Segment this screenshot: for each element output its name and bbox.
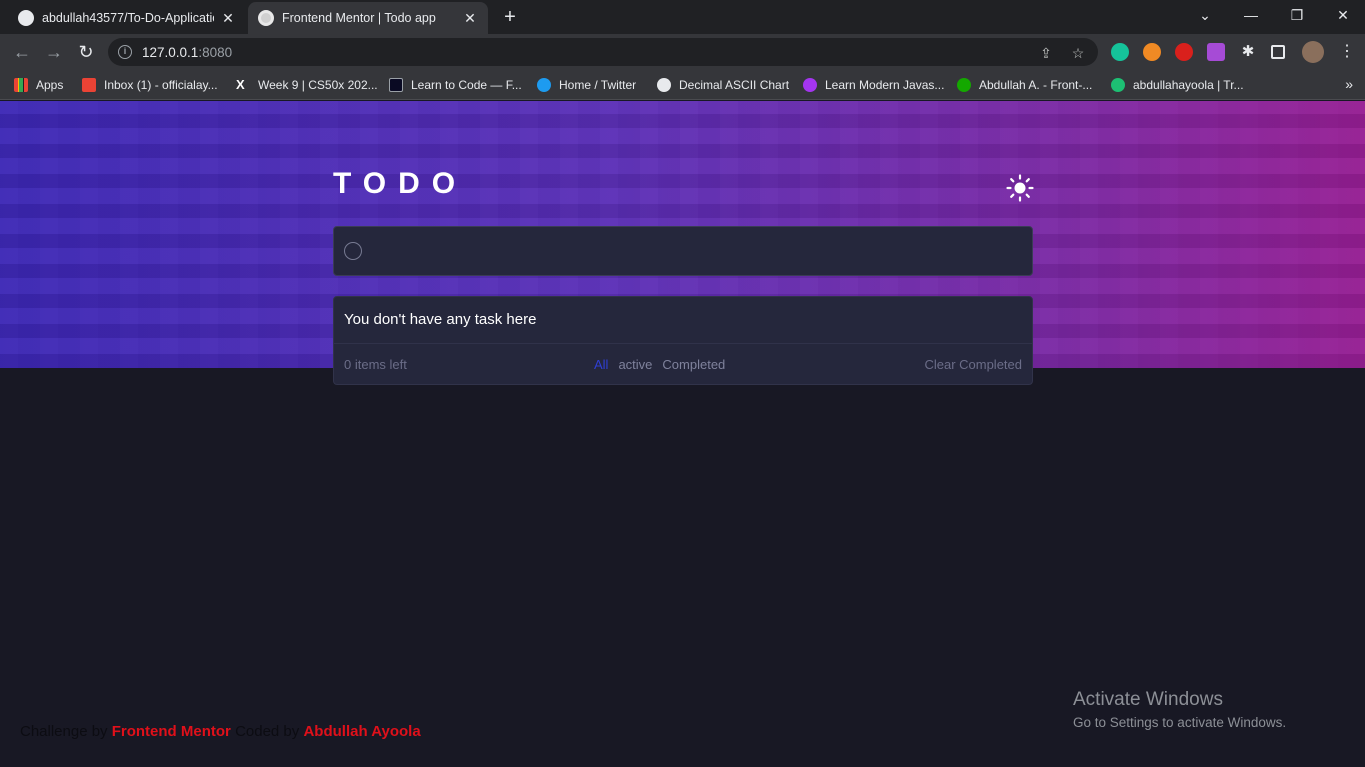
- close-icon[interactable]: ✕: [220, 10, 236, 27]
- items-left-count: 0 items left: [344, 357, 407, 372]
- bookmarks-bar: Apps Inbox (1) - officialay... X Week 9 …: [0, 70, 1365, 100]
- todo-list: You don't have any task here 0 items lef…: [333, 296, 1033, 385]
- complete-toggle-circle[interactable]: [344, 242, 362, 260]
- filter-completed[interactable]: Completed: [662, 357, 725, 372]
- bookmark-cs50[interactable]: X Week 9 | CS50x 202...: [236, 76, 378, 94]
- bookmark-star-icon[interactable]: ☆: [1070, 45, 1086, 61]
- tab-title: abdullah43577/To-Do-Applicatio: [42, 11, 214, 25]
- adblock-icon[interactable]: [1175, 43, 1193, 61]
- challenge-prefix: Challenge by: [20, 723, 108, 740]
- tab-github[interactable]: abdullah43577/To-Do-Applicatio ✕: [8, 2, 246, 34]
- coded-prefix: Coded by: [235, 723, 300, 740]
- github-icon: [18, 10, 34, 26]
- restore-button[interactable]: ❐: [1274, 0, 1320, 30]
- address-bar[interactable]: i 127.0.0.1:8080 ⇪ ☆: [108, 38, 1098, 66]
- side-panel-icon[interactable]: [1271, 45, 1285, 59]
- udemy-icon: [803, 78, 817, 92]
- filter-active[interactable]: active: [618, 357, 652, 372]
- fiverr-icon: [1111, 78, 1125, 92]
- sun-icon[interactable]: [1006, 174, 1034, 202]
- bookmark-udemy[interactable]: Learn Modern Javas...: [803, 76, 944, 94]
- avatar[interactable]: [1302, 41, 1324, 63]
- site-info-icon[interactable]: i: [118, 45, 132, 59]
- frontend-mentor-icon: [258, 10, 274, 26]
- puzzle-icon[interactable]: ✱: [1239, 43, 1257, 61]
- color-picker-icon[interactable]: [1207, 43, 1225, 61]
- window-close-button[interactable]: ✕: [1320, 0, 1365, 30]
- activate-subtitle: Go to Settings to activate Windows.: [1073, 715, 1287, 730]
- empty-message: You don't have any task here: [344, 311, 537, 328]
- forward-icon[interactable]: →: [42, 41, 66, 63]
- twitter-icon: [537, 78, 551, 92]
- frontend-mentor-link[interactable]: Frontend Mentor: [112, 723, 231, 740]
- tab-title: Frontend Mentor | Todo app: [282, 11, 436, 25]
- upwork-icon: [957, 78, 971, 92]
- gmail-icon: [82, 78, 96, 92]
- x-icon: X: [236, 77, 245, 92]
- attribution: Challenge by Frontend Mentor Coded by Ab…: [20, 723, 421, 740]
- minimize-button[interactable]: —: [1228, 0, 1274, 30]
- url-text: 127.0.0.1:8080: [142, 44, 233, 60]
- extension-icon[interactable]: [1143, 43, 1161, 61]
- bookmark-fiverr[interactable]: abdullahayoola | Tr...: [1111, 76, 1244, 94]
- tab-todo-app[interactable]: Frontend Mentor | Todo app ✕: [248, 2, 488, 34]
- bookmark-ascii-chart[interactable]: Decimal ASCII Chart: [657, 76, 789, 94]
- clear-completed-button[interactable]: Clear Completed: [924, 357, 1022, 372]
- more-bookmarks-icon[interactable]: »: [1345, 76, 1353, 92]
- bookmark-twitter[interactable]: Home / Twitter: [537, 76, 636, 94]
- globe-icon: [657, 78, 671, 92]
- back-icon[interactable]: ←: [10, 41, 34, 63]
- bookmark-freecodecamp[interactable]: Learn to Code — F...: [389, 76, 522, 94]
- bookmark-upwork[interactable]: Abdullah A. - Front-...: [957, 76, 1092, 94]
- apps-grid-icon: [14, 78, 28, 92]
- close-icon[interactable]: ✕: [462, 10, 478, 27]
- app-title: TODO: [333, 167, 468, 200]
- divider: [334, 343, 1032, 344]
- code-icon: [389, 78, 403, 92]
- new-todo-input[interactable]: [374, 237, 1014, 267]
- author-link[interactable]: Abdullah Ayoola: [303, 723, 420, 740]
- reload-icon[interactable]: ↻: [74, 41, 98, 63]
- tab-search-icon[interactable]: ⌄: [1182, 0, 1228, 30]
- bookmark-apps[interactable]: Apps: [14, 76, 63, 94]
- new-tab-button[interactable]: +: [498, 6, 522, 28]
- bookmark-gmail[interactable]: Inbox (1) - officialay...: [82, 76, 218, 94]
- filter-group: All active Completed: [594, 357, 725, 372]
- grammarly-icon[interactable]: [1111, 43, 1129, 61]
- share-icon[interactable]: ⇪: [1038, 45, 1054, 61]
- page: TODO You don't have any task here 0 item…: [0, 101, 1365, 767]
- new-todo-field: [333, 226, 1033, 276]
- filter-all[interactable]: All: [594, 357, 608, 372]
- activate-windows-watermark: Activate Windows Go to Settings to activ…: [1073, 689, 1286, 730]
- tab-strip: abdullah43577/To-Do-Applicatio ✕ Fronten…: [0, 0, 1365, 34]
- activate-title: Activate Windows: [1073, 689, 1223, 710]
- browser-toolbar: ← → ↻ i 127.0.0.1:8080 ⇪ ☆ ✱ ⋮: [0, 34, 1365, 70]
- menu-icon[interactable]: ⋮: [1338, 43, 1356, 61]
